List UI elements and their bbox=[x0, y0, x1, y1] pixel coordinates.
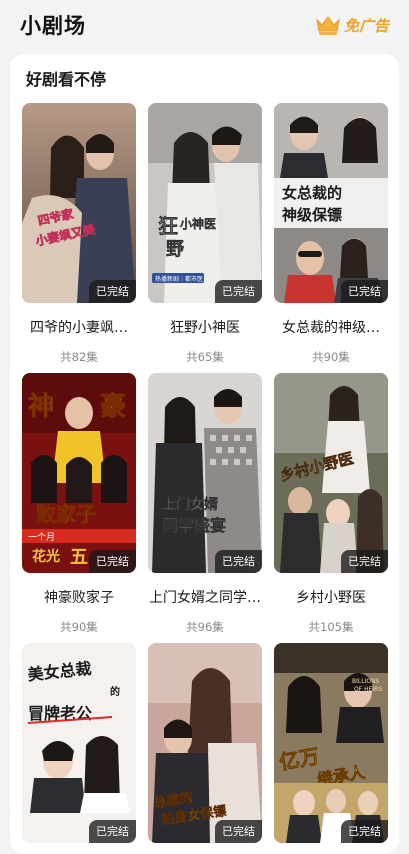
svg-text:神级保镖: 神级保镖 bbox=[282, 206, 342, 224]
drama-card[interactable]: 女总裁的 神级保镖 已完结 女总裁的神级… 共90集 bbox=[274, 103, 388, 365]
drama-poster[interactable]: 四爷家 小妻飒又美 已完结 bbox=[22, 103, 136, 303]
svg-text:败家子: 败家子 bbox=[36, 502, 96, 526]
svg-text:小神医: 小神医 bbox=[180, 216, 216, 231]
status-badge: 已完结 bbox=[215, 820, 262, 843]
drama-poster[interactable]: 女总裁的 神级保镖 已完结 bbox=[274, 103, 388, 303]
drama-card[interactable]: 美女总裁 的 冒牌老公 已完结 bbox=[22, 643, 136, 843]
status-badge: 已完结 bbox=[215, 280, 262, 303]
poster-tags-text: 热播新剧｜都市医 bbox=[155, 275, 203, 283]
poster-art: 女总裁的 神级保镖 bbox=[274, 103, 388, 303]
poster-extra-text: 一个月 bbox=[28, 532, 55, 543]
drama-title: 四爷的小妻飒… bbox=[30, 320, 128, 336]
section-title: 好剧看不停 bbox=[26, 70, 107, 89]
drama-poster[interactable]: 狂 小神医 野 热播新剧｜都市医 已完结 bbox=[148, 103, 262, 303]
status-badge: 已完结 bbox=[89, 820, 136, 843]
poster-extra-text: BILLIONS bbox=[352, 678, 380, 685]
crown-icon bbox=[316, 16, 340, 35]
poster-art: 乡村小野医 bbox=[274, 373, 388, 573]
status-badge: 已完结 bbox=[89, 280, 136, 303]
poster-art: 狂 小神医 野 热播新剧｜都市医 bbox=[148, 103, 262, 303]
svg-text:五: 五 bbox=[70, 547, 88, 568]
drama-card[interactable]: BILLIONS OF HEIRS 亿万 继承人 已完结 bbox=[274, 643, 388, 843]
drama-title: 神豪败家子 bbox=[44, 590, 114, 606]
poster-art: 四爷家 小妻飒又美 bbox=[22, 103, 136, 303]
poster-art: 神 豪 败家子 一个月 花光 五 bbox=[22, 373, 136, 573]
status-badge: 已完结 bbox=[341, 550, 388, 573]
drama-card[interactable]: 上门女婿 同学盛宴 已完结 上门女婿之同学… 共96集 bbox=[148, 373, 262, 635]
drama-title: 女总裁的神级… bbox=[282, 320, 380, 336]
episode-count: 共90集 bbox=[60, 620, 98, 634]
drama-card[interactable]: 神 豪 败家子 一个月 花光 五 已完结 神豪败家子 共90集 bbox=[22, 373, 136, 635]
status-badge: 已完结 bbox=[341, 280, 388, 303]
drama-poster[interactable]: 神 豪 败家子 一个月 花光 五 已完结 bbox=[22, 373, 136, 573]
no-ads-label: 免广告 bbox=[343, 16, 389, 35]
drama-title: 狂野小神医 bbox=[170, 320, 240, 336]
drama-card[interactable]: 四爷家 小妻飒又美 已完结 四爷的小妻飒… 共82集 bbox=[22, 103, 136, 365]
page-title: 小剧场 bbox=[20, 14, 86, 38]
poster-title-text: 女总裁的 bbox=[282, 184, 342, 202]
svg-text:的: 的 bbox=[110, 685, 120, 698]
drama-poster[interactable]: 上门女婿 同学盛宴 已完结 bbox=[148, 373, 262, 573]
status-badge: 已完结 bbox=[341, 820, 388, 843]
episode-count: 共82集 bbox=[60, 350, 98, 364]
episode-count: 共65集 bbox=[186, 350, 224, 364]
poster-art: 总裁的 贴身女保镖 bbox=[148, 643, 262, 843]
drama-title: 乡村小野医 bbox=[296, 590, 366, 606]
svg-text:同学盛宴: 同学盛宴 bbox=[162, 516, 226, 535]
status-badge: 已完结 bbox=[89, 550, 136, 573]
poster-title-text: 狂 bbox=[158, 214, 178, 238]
drama-section-card: 好剧看不停 四爷家 小妻飒又美 已完结 四爷的小妻飒… 共82集 狂 小神医 野… bbox=[10, 54, 399, 854]
drama-card[interactable]: 狂 小神医 野 热播新剧｜都市医 已完结 狂野小神医 共65集 bbox=[148, 103, 262, 365]
poster-art: BILLIONS OF HEIRS 亿万 继承人 bbox=[274, 643, 388, 843]
drama-title: 上门女婿之同学… bbox=[149, 590, 261, 606]
drama-card[interactable]: 总裁的 贴身女保镖 已完结 bbox=[148, 643, 262, 843]
svg-text:野: 野 bbox=[166, 239, 184, 260]
svg-text:花光: 花光 bbox=[32, 548, 60, 565]
svg-text:OF HEIRS: OF HEIRS bbox=[354, 686, 382, 693]
episode-count: 共96集 bbox=[186, 620, 224, 634]
drama-card[interactable]: 乡村小野医 已完结 乡村小野医 共105集 bbox=[274, 373, 388, 635]
drama-poster[interactable]: 总裁的 贴身女保镖 已完结 bbox=[148, 643, 262, 843]
drama-poster[interactable]: 乡村小野医 已完结 bbox=[274, 373, 388, 573]
poster-art: 美女总裁 的 冒牌老公 bbox=[22, 643, 136, 843]
poster-art: 上门女婿 同学盛宴 bbox=[148, 373, 262, 573]
svg-text:豪: 豪 bbox=[100, 391, 126, 422]
no-ads-button[interactable]: 免广告 bbox=[314, 14, 389, 36]
drama-poster[interactable]: 美女总裁 的 冒牌老公 已完结 bbox=[22, 643, 136, 843]
poster-title-text: 上门女婿 bbox=[162, 496, 219, 513]
top-bar: 小剧场 免广告 bbox=[0, 0, 409, 50]
episode-count: 共105集 bbox=[308, 620, 354, 634]
poster-title-text: 神 bbox=[28, 392, 54, 422]
status-badge: 已完结 bbox=[215, 550, 262, 573]
episode-count: 共90集 bbox=[312, 350, 350, 364]
drama-poster[interactable]: BILLIONS OF HEIRS 亿万 继承人 已完结 bbox=[274, 643, 388, 843]
